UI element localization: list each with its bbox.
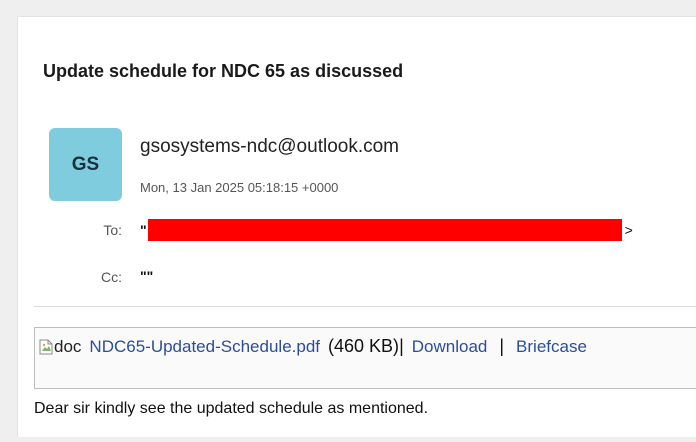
to-open-quote: " [140,222,147,238]
email-body: Dear sir kindly see the updated schedule… [34,400,429,417]
separator: | [399,336,404,356]
attachment-row: doc NDC65-Updated-Schedule.pdf (460 KB) … [39,336,587,357]
attachment-file-link[interactable]: NDC65-Updated-Schedule.pdf [89,337,320,357]
attachment-size: (460 KB) [328,336,400,356]
email-date: Mon, 13 Jan 2025 05:18:15 +0000 [140,180,339,195]
to-recipient[interactable]: " > [140,219,633,241]
email-subject: Update schedule for NDC 65 as discussed [43,61,404,81]
header-divider [34,306,696,307]
redaction-bar [147,219,622,241]
download-link[interactable]: Download [412,337,488,357]
to-close-bracket: > [624,222,633,238]
doc-icon-alt-text: doc [54,336,82,356]
cc-recipient: "" [140,268,154,284]
cc-label: Cc: [101,269,122,285]
sender-avatar: GS [49,128,122,201]
avatar-initials: GS [71,153,100,175]
broken-image-icon [39,339,53,354]
doc-icon: doc [39,337,81,357]
briefcase-link[interactable]: Briefcase [516,337,587,357]
sender-address[interactable]: gsosystems-ndc@outlook.com [140,136,399,158]
to-label: To: [103,222,122,238]
attachment-box: doc NDC65-Updated-Schedule.pdf (460 KB) … [34,327,696,389]
separator: | [499,336,505,356]
